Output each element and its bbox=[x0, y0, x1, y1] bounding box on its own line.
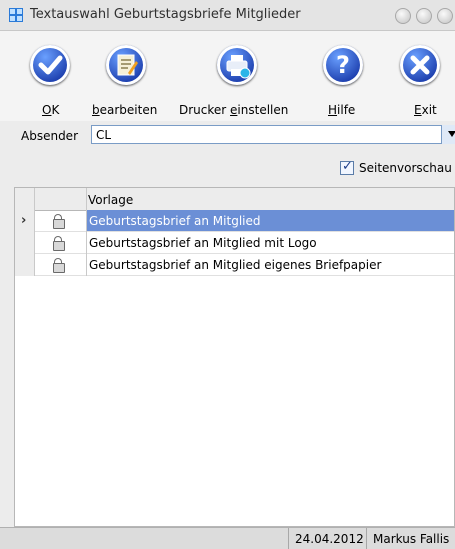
help-icon: ? bbox=[323, 45, 363, 85]
row-icon-cell bbox=[35, 232, 87, 254]
seitenvorschau-checkbox[interactable]: ✓ bbox=[340, 159, 354, 175]
status-bar: 24.04.2012 Markus Fallis bbox=[0, 527, 455, 549]
absender-row: Absender CL bbox=[0, 121, 455, 151]
row-indicator bbox=[15, 254, 35, 276]
header-icon-cell[interactable] bbox=[35, 188, 87, 210]
minimize-button[interactable] bbox=[395, 8, 411, 24]
toolbar: OK bearbeiten Drucker einstellen ? Hilfe… bbox=[0, 31, 455, 121]
lock-icon bbox=[53, 236, 65, 251]
absender-dropdown-button[interactable] bbox=[441, 125, 455, 144]
table-row[interactable]: Geburtstagsbrief an Mitglied eigenes Bri… bbox=[15, 254, 454, 276]
header-indicator-cell bbox=[15, 188, 35, 210]
ok-button[interactable]: OK bbox=[24, 31, 84, 121]
grid-header: Vorlage bbox=[15, 188, 454, 211]
help-label: Hilfe bbox=[328, 103, 356, 117]
table-row[interactable]: › Geburtstagsbrief an Mitglied bbox=[15, 210, 454, 232]
row-icon-cell bbox=[35, 254, 87, 276]
table-row[interactable]: Geburtstagsbrief an Mitglied mit Logo bbox=[15, 232, 454, 254]
template-grid[interactable]: Vorlage › Geburtstagsbrief an Mitglied G… bbox=[14, 187, 455, 527]
status-date: 24.04.2012 bbox=[288, 528, 367, 549]
exit-label: Exit bbox=[414, 103, 437, 117]
exit-icon bbox=[400, 45, 440, 85]
edit-document-icon bbox=[106, 45, 146, 85]
checkmark-icon: ✓ bbox=[342, 159, 353, 174]
printer-setup-button[interactable]: Drucker einstellen bbox=[175, 31, 300, 121]
row-icon-cell bbox=[35, 210, 87, 232]
row-name-cell[interactable]: Geburtstagsbrief an Mitglied bbox=[87, 210, 454, 231]
close-window-button[interactable] bbox=[437, 8, 453, 24]
window-title: Textauswahl Geburtstagsbriefe Mitglieder bbox=[30, 7, 301, 22]
chevron-down-icon bbox=[448, 131, 455, 137]
maximize-button[interactable] bbox=[416, 8, 432, 24]
absender-combobox[interactable]: CL bbox=[91, 125, 451, 144]
lock-icon bbox=[53, 258, 65, 273]
ok-label: OK bbox=[42, 103, 60, 117]
row-name-cell[interactable]: Geburtstagsbrief an Mitglied eigenes Bri… bbox=[87, 254, 454, 275]
lock-icon bbox=[53, 214, 65, 229]
status-user: Markus Fallis bbox=[366, 528, 455, 549]
chevron-right-icon: › bbox=[21, 213, 27, 228]
row-name-cell[interactable]: Geburtstagsbrief an Mitglied mit Logo bbox=[87, 232, 454, 253]
printer-icon bbox=[217, 45, 257, 85]
printer-setup-label: Drucker einstellen bbox=[179, 103, 289, 117]
preview-row: ✓ Seitenvorschau bbox=[0, 151, 455, 185]
edit-label: bearbeiten bbox=[92, 103, 158, 117]
edit-button[interactable]: bearbeiten bbox=[88, 31, 168, 121]
absender-value: CL bbox=[96, 128, 112, 142]
row-indicator: › bbox=[15, 210, 35, 232]
check-icon bbox=[30, 45, 70, 85]
seitenvorschau-label[interactable]: Seitenvorschau bbox=[359, 161, 452, 175]
exit-button[interactable]: Exit bbox=[395, 31, 455, 121]
app-window: Textauswahl Geburtstagsbriefe Mitglieder… bbox=[0, 0, 455, 549]
row-indicator bbox=[15, 232, 35, 254]
app-grid-icon bbox=[9, 8, 23, 22]
help-button[interactable]: ? Hilfe bbox=[318, 31, 368, 121]
title-bar: Textauswahl Geburtstagsbriefe Mitglieder bbox=[0, 0, 455, 31]
absender-label: Absender bbox=[21, 129, 78, 143]
column-header-vorlage[interactable]: Vorlage bbox=[88, 193, 133, 207]
